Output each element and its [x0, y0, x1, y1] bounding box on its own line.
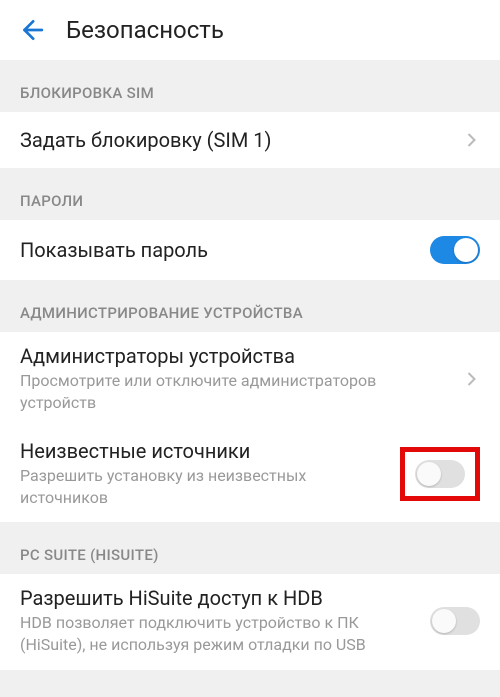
show-password-label: Показывать пароль: [20, 238, 416, 262]
app-header: Безопасность: [0, 0, 500, 60]
back-arrow-icon[interactable]: [18, 17, 44, 43]
section-header-sim: БЛОКИРОВКА SIM: [0, 60, 500, 112]
section-header-admin: АДМИНИСТРИРОВАНИЕ УСТРОЙСТВА: [0, 280, 500, 332]
unknown-sources-title: Неизвестные источники: [20, 439, 386, 463]
chevron-right-icon: [465, 128, 480, 152]
hdb-row[interactable]: Разрешить HiSuite доступ к HDB HDB позво…: [0, 574, 500, 669]
device-admins-row[interactable]: Администраторы устройства Просмотрите ил…: [0, 332, 500, 427]
section-header-passwords: ПАРОЛИ: [0, 168, 500, 220]
chevron-right-icon: [465, 367, 480, 391]
highlight-annotation: [400, 447, 480, 501]
set-sim-lock-row[interactable]: Задать блокировку (SIM 1): [0, 112, 500, 168]
show-password-toggle[interactable]: [430, 236, 480, 264]
device-admins-sub: Просмотрите или отключите администраторо…: [20, 370, 451, 413]
set-sim-lock-label: Задать блокировку (SIM 1): [20, 128, 451, 152]
section-header-pcsuite: PC SUITE (HISUITE): [0, 522, 500, 574]
hdb-toggle[interactable]: [430, 607, 480, 635]
page-title: Безопасность: [66, 16, 224, 44]
unknown-sources-toggle[interactable]: [415, 460, 465, 488]
show-password-row[interactable]: Показывать пароль: [0, 220, 500, 280]
unknown-sources-sub: Разрешить установку из неизвестных источ…: [20, 465, 386, 508]
unknown-sources-row[interactable]: Неизвестные источники Разрешить установк…: [0, 427, 500, 522]
device-admins-title: Администраторы устройства: [20, 344, 451, 368]
hdb-title: Разрешить HiSuite доступ к HDB: [20, 586, 416, 610]
hdb-sub: HDB позволяет подключить устройство к ПК…: [20, 612, 416, 655]
